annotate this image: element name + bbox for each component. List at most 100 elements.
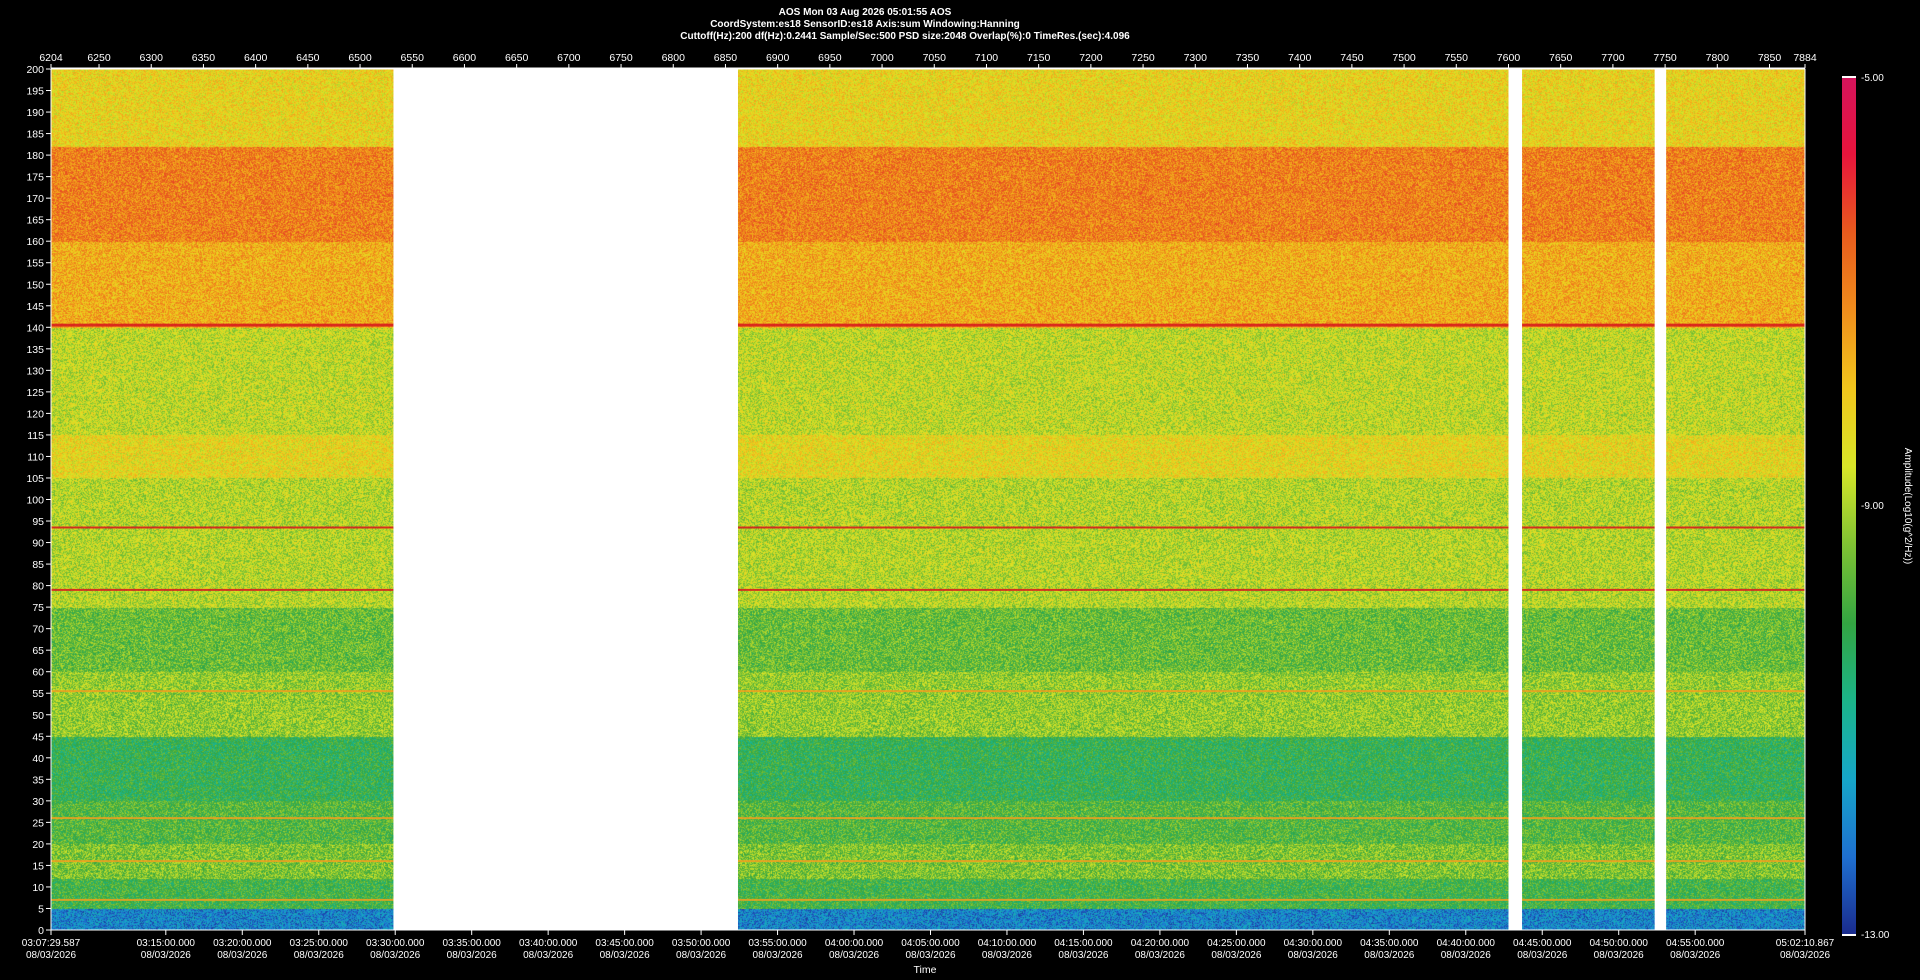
y-tick-label: 15 (32, 860, 44, 872)
x-tick-time: 03:45:00.000 (595, 938, 654, 949)
y-tick-label: 200 (26, 64, 44, 76)
x-tick-time: 04:25:00.000 (1207, 938, 1266, 949)
x-tick-date: 08/03/2026 (1135, 950, 1185, 961)
x-tick-date: 08/03/2026 (753, 950, 803, 961)
x-tick-time: 04:55:00.000 (1666, 938, 1725, 949)
x-tick-date: 08/03/2026 (829, 950, 879, 961)
y-tick-label: 70 (32, 624, 44, 636)
chart-subtitle-params: CoordSystem:es18 SensorID:es18 Axis:sum … (710, 19, 1020, 30)
top-tick-label: 7000 (870, 52, 894, 64)
top-tick-label: 6650 (505, 52, 529, 64)
x-tick-date: 08/03/2026 (1211, 950, 1261, 961)
x-tick-date: 08/03/2026 (1670, 950, 1720, 961)
x-tick-time: 04:00:00.000 (825, 938, 884, 949)
top-tick-label: 7700 (1601, 52, 1625, 64)
top-tick-label: 6950 (818, 52, 842, 64)
x-tick-date: 08/03/2026 (600, 950, 650, 961)
top-tick-label: 6600 (453, 52, 477, 64)
x-tick-date: 08/03/2026 (676, 950, 726, 961)
colorbar-min-label: -13.00 (1861, 930, 1890, 941)
top-tick-label: 7150 (1027, 52, 1051, 64)
y-tick-label: 140 (26, 322, 44, 334)
left-axis: 0 5 10 15 20 25 30 35 40 45 50 55 60 65 70 75 80 85 90 95 10… (26, 64, 51, 937)
top-tick-label: 7350 (1236, 52, 1260, 64)
top-tick-label: 7400 (1288, 52, 1312, 64)
top-tick-label: 6400 (244, 52, 268, 64)
y-tick-label: 75 (32, 602, 44, 614)
colorbar-title: Amplitude(Log10(g^2/Hz)) (1902, 448, 1913, 564)
top-tick-label: 6500 (348, 52, 372, 64)
x-tick-date: 08/03/2026 (1364, 950, 1414, 961)
y-tick-label: 0 (38, 925, 44, 937)
x-tick-time: 05:02:10.867 (1776, 938, 1835, 949)
top-tick-label: 7500 (1392, 52, 1416, 64)
x-tick-date: 08/03/2026 (905, 950, 955, 961)
x-tick-date: 08/03/2026 (1594, 950, 1644, 961)
top-tick-label: 6300 (140, 52, 164, 64)
chart-title: AOS Mon 03 Aug 2026 05:01:55 AOS (779, 7, 952, 18)
y-tick-label: 60 (32, 667, 44, 679)
top-tick-label: 7050 (923, 52, 947, 64)
y-tick-label: 135 (26, 344, 44, 356)
x-tick-time: 04:40:00.000 (1437, 938, 1496, 949)
top-tick-label: 6900 (766, 52, 790, 64)
y-tick-label: 105 (26, 473, 44, 485)
x-tick-time: 04:20:00.000 (1131, 938, 1190, 949)
y-tick-label: 90 (32, 538, 44, 550)
x-tick-time: 03:55:00.000 (748, 938, 807, 949)
x-tick-time: 04:45:00.000 (1513, 938, 1572, 949)
y-tick-label: 50 (32, 710, 44, 722)
y-tick-label: 35 (32, 774, 44, 786)
y-tick-label: 100 (26, 495, 44, 507)
x-tick-time: 03:07:29.587 (22, 938, 81, 949)
top-tick-label: 7450 (1340, 52, 1364, 64)
y-tick-label: 175 (26, 172, 44, 184)
x-tick-date: 08/03/2026 (982, 950, 1032, 961)
x-tick-date: 08/03/2026 (141, 950, 191, 961)
y-tick-label: 190 (26, 107, 44, 119)
x-tick-date: 08/03/2026 (294, 950, 344, 961)
data-gap (1654, 69, 1667, 930)
top-tick-label: 6750 (609, 52, 633, 64)
top-tick-label: 6204 (39, 52, 63, 64)
top-tick-label: 6250 (87, 52, 111, 64)
colorbar-mid-label: -9.00 (1861, 501, 1884, 512)
colorbar: -5.00 -9.00 -13.00 Amplitude(Log10(g^2/H… (1842, 73, 1913, 941)
top-tick-label: 6450 (296, 52, 320, 64)
top-tick-label: 7100 (975, 52, 999, 64)
x-tick-date: 08/03/2026 (1058, 950, 1108, 961)
top-tick-label: 7750 (1653, 52, 1677, 64)
x-tick-time: 03:30:00.000 (366, 938, 425, 949)
top-tick-label: 7600 (1497, 52, 1521, 64)
top-tick-label: 6700 (557, 52, 581, 64)
y-tick-label: 10 (32, 882, 44, 894)
y-tick-label: 150 (26, 279, 44, 291)
x-tick-time: 04:15:00.000 (1054, 938, 1113, 949)
y-tick-label: 25 (32, 817, 44, 829)
top-tick-label: 6850 (714, 52, 738, 64)
y-tick-label: 185 (26, 129, 44, 141)
x-tick-time: 03:50:00.000 (672, 938, 731, 949)
x-axis-label: Time (914, 964, 937, 976)
chart-subtitle-settings: Cuttoff(Hz):200 df(Hz):0.2441 Sample/Sec… (680, 31, 1130, 42)
x-tick-time: 04:05:00.000 (901, 938, 960, 949)
x-tick-time: 04:30:00.000 (1284, 938, 1343, 949)
y-tick-label: 195 (26, 86, 44, 98)
x-tick-time: 03:25:00.000 (290, 938, 349, 949)
y-tick-label: 170 (26, 193, 44, 205)
x-tick-time: 03:35:00.000 (442, 938, 501, 949)
y-tick-label: 145 (26, 301, 44, 313)
x-tick-date: 08/03/2026 (1441, 950, 1491, 961)
x-tick-time: 04:35:00.000 (1360, 938, 1419, 949)
x-tick-time: 03:40:00.000 (519, 938, 578, 949)
top-tick-label: 7200 (1079, 52, 1103, 64)
top-tick-label: 7850 (1758, 52, 1782, 64)
x-tick-time: 03:20:00.000 (213, 938, 272, 949)
y-tick-label: 110 (27, 451, 44, 463)
top-tick-label: 7250 (1131, 52, 1155, 64)
spectrogram-chart: AOS Mon 03 Aug 2026 05:01:55 AOS CoordSy… (22, 7, 1913, 976)
y-tick-label: 80 (32, 581, 44, 593)
bottom-axis: 03:07:29.58708/03/202603:15:00.00008/03/… (22, 930, 1835, 961)
x-tick-time: 03:15:00.000 (137, 938, 196, 949)
top-axis: 6204 6250 6300 6350 6400 6450 6500 6550 6600 6650… (39, 52, 1817, 69)
